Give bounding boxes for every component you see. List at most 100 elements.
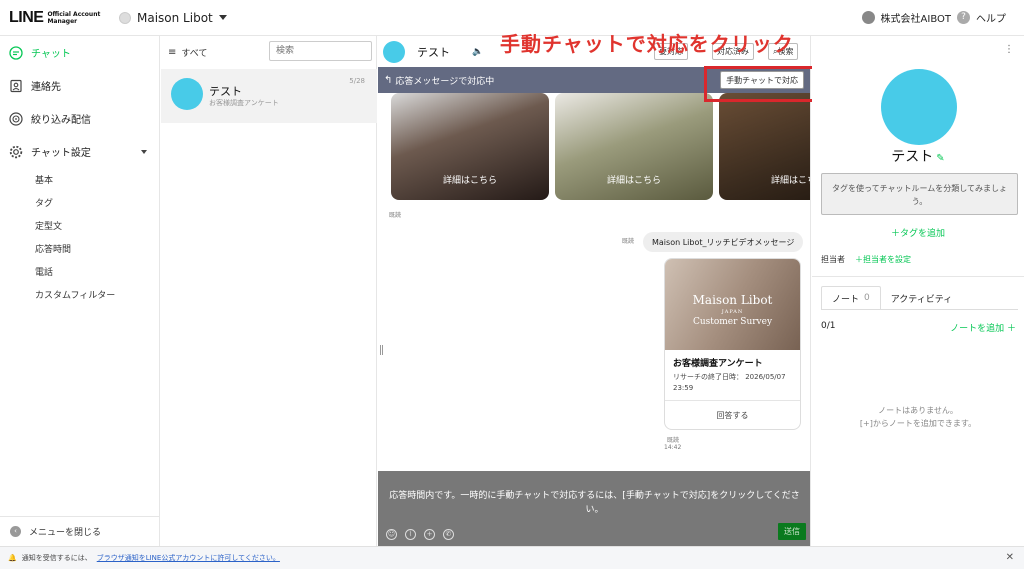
more-options-icon[interactable]: ⋮ (1004, 44, 1014, 55)
profile-panel: ⋮ テスト ✎ タグを使ってチャットルームを分類してみましょう。 ＋タグを追加 担… (812, 36, 1024, 546)
target-icon (9, 111, 23, 126)
filter-list-icon[interactable]: ≡ (168, 47, 176, 58)
notification-permission-link[interactable]: ブラウザ通知をLINE公式アカウントに許可してください。 (97, 553, 280, 563)
bell-icon: 🔔 (8, 554, 17, 562)
annotation-label: 手動チャットで対応をクリック (500, 32, 794, 56)
logo-wordmark: LINE (9, 8, 44, 26)
top-right-menu: 株式会社AIBOT ? ヘルプ (861, 10, 1006, 25)
add-note-button[interactable]: ノートを追加 ＋ (950, 321, 1016, 334)
sidebar-item-chat-settings[interactable]: チャット設定 (0, 135, 159, 168)
pencil-icon[interactable]: ✎ (936, 153, 944, 164)
notes-empty-line1: ノートはありません。 (878, 406, 958, 415)
message-area: 詳細はこちら 詳細はこちら 詳細はこちら 既読 既読 Maison Libot_… (378, 93, 810, 471)
composer-area: 応答時間内です。一時的に手動チャットで対応するには、[手動チャットで対応]をクリ… (378, 471, 810, 546)
sidebar-subitem-response-hours[interactable]: 応答時間 (0, 237, 159, 260)
chat-bubble-icon (9, 45, 23, 60)
sidebar-item-label: チャット設定 (31, 148, 91, 159)
chat-list-panel: ≡ すべて テスト お客様調査アンケート 5/28 (161, 36, 377, 546)
sidebar-item-chat[interactable]: チャット (0, 36, 159, 69)
user-icon (861, 11, 875, 24)
survey-answer-button[interactable]: 回答する (665, 400, 800, 429)
survey-image-caption: Customer Survey (692, 317, 773, 327)
logo-subtitle: Official Account Manager (47, 11, 100, 25)
tab-activity[interactable]: アクティビティ (881, 286, 962, 310)
sidebar-subitem-phone[interactable]: 電話 (0, 260, 159, 283)
read-receipt: 既読 (667, 437, 680, 444)
collapse-menu-button[interactable]: ‹ メニューを閉じる (0, 516, 159, 546)
logo-sub-line2: Manager (47, 17, 78, 25)
read-receipt: 既読 (622, 238, 635, 245)
notification-bar: 🔔 通知を受信するには、 ブラウザ通知をLINE公式アカウントに許可してください… (0, 546, 1024, 569)
chat-item-name: テスト (209, 85, 242, 98)
phone-icon[interactable]: ✆ (443, 529, 454, 540)
annotation-highlight-box (704, 66, 820, 102)
divider (812, 276, 1024, 277)
carousel-card[interactable]: 詳細はこちら (719, 93, 810, 200)
sidebar-subitem-templates[interactable]: 定型文 (0, 214, 159, 237)
gear-icon (9, 145, 23, 159)
divider (821, 309, 1018, 310)
sidebar-item-targeted-broadcast[interactable]: 絞り込み配信 (0, 102, 159, 135)
contact-book-icon (9, 79, 23, 93)
profile-name-row: テスト ✎ (812, 146, 1024, 166)
survey-deadline: リサーチの終了日時： 2026/05/07 23:59 (665, 369, 800, 394)
chat-item-date: 5/28 (349, 77, 365, 85)
help-link[interactable]: ヘルプ (976, 10, 1006, 25)
chat-search-input[interactable] (269, 41, 372, 61)
message-bubble: Maison Libot_リッチビデオメッセージ (643, 232, 804, 252)
help-icon: ? (957, 11, 970, 24)
sidebar-item-label: チャット (31, 49, 71, 60)
carousel-card[interactable]: 詳細はこちら (391, 93, 549, 200)
profile-tabs: ノート 0 アクティビティ (821, 286, 962, 310)
notes-empty-state: ノートはありません。 [+]からノートを追加できます。 (812, 404, 1024, 430)
sidebar-item-contacts[interactable]: 連絡先 (0, 69, 159, 102)
sidebar-item-label: 絞り込み配信 (31, 115, 91, 126)
add-tag-button[interactable]: ＋タグを追加 (812, 226, 1024, 239)
account-switcher[interactable]: Maison Libot (119, 11, 227, 25)
composer-notice-line1: 応答時間内です。一時的に手動チャットで対応するには、[手動チャットで対応]をクリ… (389, 491, 800, 501)
tab-notes[interactable]: ノート 0 (821, 286, 881, 310)
company-name[interactable]: 株式会社AIBOT (881, 10, 951, 25)
sidebar-subitem-custom-filter[interactable]: カスタムフィルター (0, 283, 159, 306)
attach-icon[interactable]: ⌇ (405, 529, 416, 540)
survey-deadline-line2: 23:59 (673, 384, 694, 392)
sidebar: チャット 連絡先 絞り込み配信 チャット設定 基本 タグ 定型文 応答時間 電話… (0, 36, 160, 546)
chat-filter-dropdown[interactable]: すべて (181, 46, 207, 59)
note-count: 0/1 (821, 321, 836, 331)
back-arrow-icon[interactable]: ↰ (384, 75, 392, 86)
composer-notice-line2: い。 (585, 505, 604, 515)
emoji-icon[interactable]: ☺ (386, 529, 397, 540)
sidebar-subitem-tags[interactable]: タグ (0, 191, 159, 214)
sidebar-subitem-basic[interactable]: 基本 (0, 168, 159, 191)
carousel-card[interactable]: 詳細はこちら (555, 93, 713, 200)
notification-prefix: 通知を受信するには、 (21, 554, 92, 562)
account-avatar (119, 11, 131, 24)
speaker-icon[interactable]: 🔈 (472, 47, 483, 57)
message-time: 14:42 (664, 444, 682, 451)
sidebar-item-label: 連絡先 (31, 82, 61, 93)
survey-deadline-line1: リサーチの終了日時： 2026/05/07 (673, 373, 786, 381)
avatar (171, 78, 203, 110)
avatar (383, 40, 405, 63)
profile-name: テスト (891, 149, 934, 165)
survey-image-subtitle: JAPAN (721, 309, 744, 315)
survey-image: Maison Libot JAPAN Customer Survey (665, 259, 800, 350)
chat-window: テスト 🔈 要対応 対応済み ⌕ 検索 ↰ 応答メッセージで対応中 手動チャットで… (378, 36, 811, 546)
resize-handle[interactable] (380, 345, 383, 355)
close-icon[interactable]: ✕ (1006, 552, 1014, 563)
chat-title: テスト (417, 45, 450, 59)
account-name: Maison Libot (137, 10, 213, 25)
tab-notes-label: ノート (832, 294, 860, 305)
survey-image-title: Maison Libot (692, 293, 773, 307)
tab-notes-count: 0 (864, 293, 870, 303)
avatar (881, 69, 957, 145)
line-logo[interactable]: LINE Official Account Manager (0, 9, 115, 27)
tag-hint-box[interactable]: タグを使ってチャットルームを分類してみましょう。 (821, 173, 1018, 215)
add-assignee-button[interactable]: ＋担当者を設定 (855, 254, 911, 265)
add-icon[interactable]: + (424, 529, 435, 540)
chat-list-item[interactable]: テスト お客様調査アンケート 5/28 (161, 69, 377, 123)
composer-notice: 応答時間内です。一時的に手動チャットで対応するには、[手動チャットで対応]をクリ… (388, 489, 801, 517)
chat-item-preview: お客様調査アンケート (209, 99, 279, 107)
survey-card[interactable]: Maison Libot JAPAN Customer Survey お客様調査… (664, 258, 801, 430)
send-button[interactable]: 送信 (778, 523, 806, 540)
